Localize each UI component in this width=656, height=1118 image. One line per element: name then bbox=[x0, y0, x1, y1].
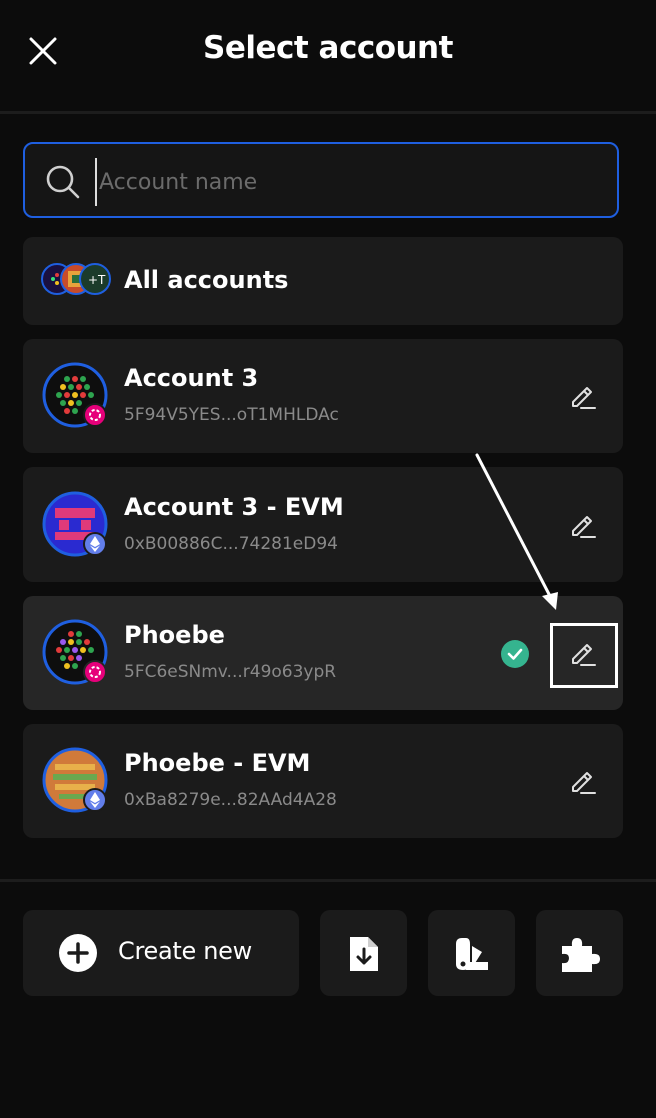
svg-text:+T: +T bbox=[88, 273, 106, 287]
account-name: Phoebe - EVM bbox=[124, 749, 311, 777]
annotation-highlight-box bbox=[550, 623, 618, 688]
account-name: Account 3 bbox=[124, 364, 259, 392]
import-file-icon bbox=[350, 937, 378, 971]
footer-divider bbox=[0, 879, 656, 882]
account-address: 5FC6eSNmv...r49o63ypR bbox=[124, 662, 337, 682]
header: Select account bbox=[0, 0, 656, 110]
pencil-icon bbox=[572, 516, 596, 538]
all-accounts-label: All accounts bbox=[124, 266, 289, 294]
search-box[interactable] bbox=[23, 142, 619, 218]
stack-avatar-3: +T bbox=[79, 263, 111, 295]
extension-button[interactable] bbox=[536, 910, 623, 996]
pencil-icon bbox=[572, 772, 596, 794]
search-input[interactable] bbox=[95, 158, 601, 206]
edit-account-button[interactable] bbox=[563, 376, 603, 416]
avatar bbox=[41, 361, 109, 429]
swatch-icon bbox=[456, 938, 488, 970]
theme-button[interactable] bbox=[428, 910, 515, 996]
page-title: Select account bbox=[203, 30, 453, 66]
account-item[interactable]: Phoebe - EVM 0xBa8279e...82AAd4A28 bbox=[23, 724, 623, 838]
account-item[interactable]: Account 3 5F94V5YES...oT1MHLDAc bbox=[23, 339, 623, 453]
search-icon bbox=[46, 165, 80, 199]
avatar bbox=[41, 490, 109, 558]
account-name: Phoebe bbox=[124, 621, 225, 649]
pencil-icon bbox=[572, 387, 596, 409]
plus-circle-icon bbox=[59, 934, 97, 972]
edit-account-button[interactable] bbox=[563, 761, 603, 801]
annotation-arrow bbox=[475, 453, 558, 610]
account-address: 5F94V5YES...oT1MHLDAc bbox=[124, 405, 339, 425]
puzzle-extension-icon bbox=[562, 938, 600, 972]
account-name: Account 3 - EVM bbox=[124, 493, 344, 521]
create-new-button[interactable]: Create new bbox=[23, 910, 299, 996]
account-address: 0xBa8279e...82AAd4A28 bbox=[124, 790, 337, 810]
all-accounts-item[interactable]: +T All accounts bbox=[23, 237, 623, 325]
create-new-label: Create new bbox=[118, 937, 252, 965]
selected-check-icon bbox=[501, 640, 529, 668]
header-divider bbox=[0, 111, 656, 114]
import-account-button[interactable] bbox=[320, 910, 407, 996]
avatar bbox=[41, 618, 109, 686]
avatar bbox=[41, 746, 109, 814]
account-address: 0xB00886C...74281eD94 bbox=[124, 534, 338, 554]
